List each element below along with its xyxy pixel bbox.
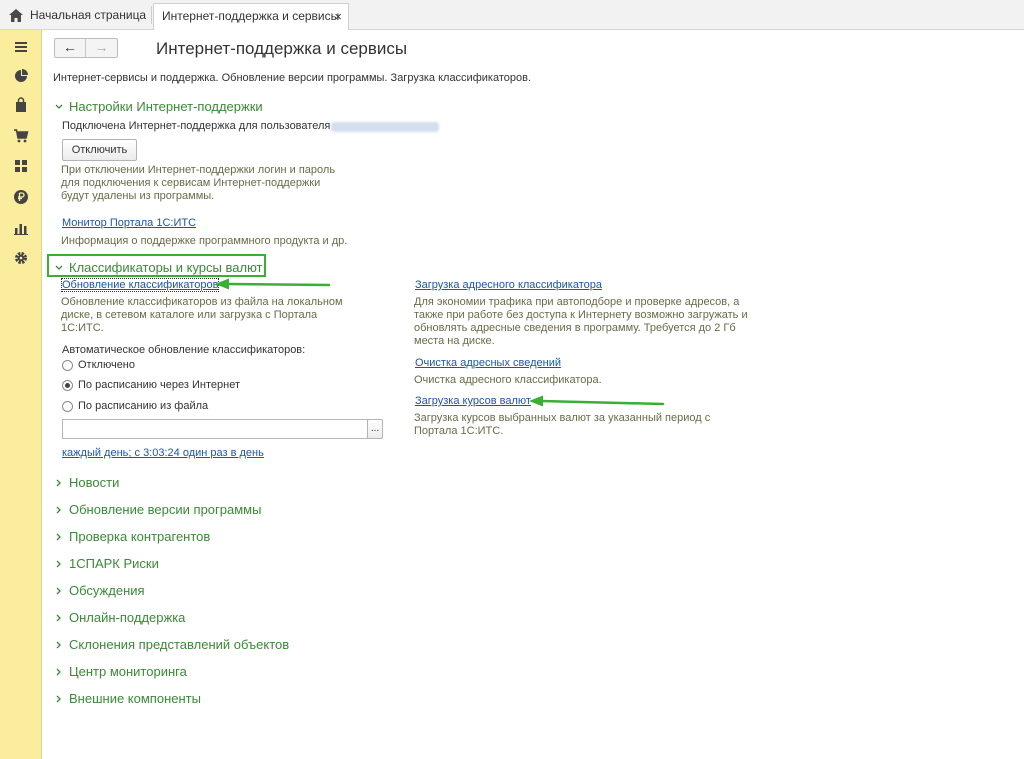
history-nav: ← →: [54, 38, 118, 58]
address-classifier-note: Для экономии трафика при автоподборе и п…: [414, 296, 748, 347]
gear-icon[interactable]: [13, 250, 29, 266]
chevron-right-icon: [56, 560, 61, 568]
cart-icon[interactable]: [13, 128, 29, 144]
close-icon[interactable]: ×: [334, 4, 342, 29]
section-label: Обновление версии программы: [69, 502, 262, 517]
section-label: Центр мониторинга: [69, 664, 187, 679]
section-classifiers-label: Классификаторы и курсы валют: [69, 260, 263, 275]
radio-schedule-file[interactable]: По расписанию из файла: [62, 400, 208, 412]
section-label: Внешние компоненты: [69, 691, 201, 706]
home-icon: [9, 9, 23, 22]
section-classifiers[interactable]: Классификаторы и курсы валют: [53, 260, 263, 275]
chevron-right-icon: [56, 479, 61, 487]
tab-internet-support-label: Интернет-поддержка и сервисы: [162, 9, 340, 23]
green-arrow-annotation: [215, 278, 331, 290]
section-news[interactable]: Новости: [53, 475, 119, 490]
forward-button[interactable]: →: [86, 39, 117, 57]
update-classifiers-note: Обновление классификаторов из файла на л…: [61, 296, 343, 334]
section-online-support[interactable]: Онлайн-поддержка: [53, 610, 185, 625]
tab-home-label: Начальная страница: [30, 8, 147, 22]
sidebar: [0, 30, 42, 759]
portal-monitor-note: Информация о поддержке программного прод…: [61, 235, 348, 247]
auto-update-label: Автоматическое обновление классификаторо…: [62, 344, 306, 356]
file-path-input[interactable]: [62, 419, 368, 439]
section-label: Склонения представлений объектов: [69, 637, 290, 652]
tab-internet-support[interactable]: Интернет-поддержка и сервисы ×: [153, 3, 349, 30]
chevron-right-icon: [56, 614, 61, 622]
chevron-right-icon: [56, 587, 61, 595]
section-label: Новости: [69, 475, 120, 490]
clear-address-note: Очистка адресного классификатора.: [414, 374, 602, 386]
chevron-down-icon: [55, 104, 63, 109]
radio-circle: [62, 360, 73, 371]
radio-schedule-file-label: По расписанию из файла: [78, 400, 209, 412]
chevron-right-icon: [56, 506, 61, 514]
radio-schedule-internet[interactable]: По расписанию через Интернет: [62, 379, 240, 391]
radio-disabled[interactable]: Отключено: [62, 359, 135, 371]
clear-address-link[interactable]: Очистка адресных сведений: [415, 357, 561, 369]
chevron-right-icon: [56, 695, 61, 703]
menu-icon[interactable]: [13, 39, 29, 55]
section-external-components[interactable]: Внешние компоненты: [53, 691, 201, 706]
section-label: Проверка контрагентов: [69, 529, 211, 544]
address-classifier-link[interactable]: Загрузка адресного классификатора: [415, 279, 602, 291]
chevron-down-icon: [55, 265, 63, 270]
radio-disabled-label: Отключено: [78, 359, 135, 371]
section-counterparty-check[interactable]: Проверка контрагентов: [53, 529, 210, 544]
tab-home[interactable]: Начальная страница: [0, 3, 152, 30]
section-version-update[interactable]: Обновление версии программы: [53, 502, 261, 517]
main-content: ← → Интернет-поддержка и сервисы Интерне…: [43, 30, 1024, 759]
load-rates-note: Загрузка курсов выбранных валют за указа…: [414, 412, 711, 437]
schedule-link[interactable]: каждый день; с 3:03:24 один раз в день: [62, 447, 264, 459]
chevron-right-icon: [56, 641, 61, 649]
bar-chart-icon[interactable]: [13, 220, 29, 236]
chevron-right-icon: [56, 533, 61, 541]
section-declensions[interactable]: Склонения представлений объектов: [53, 637, 289, 652]
shopping-bag-icon[interactable]: [13, 97, 29, 113]
section-monitoring-center[interactable]: Центр мониторинга: [53, 664, 187, 679]
section-spark-risks[interactable]: 1СПАРК Риски: [53, 556, 159, 571]
load-rates-link[interactable]: Загрузка курсов валют: [415, 395, 531, 407]
page-title: Интернет-поддержка и сервисы: [156, 39, 408, 58]
disconnect-button[interactable]: Отключить: [62, 139, 137, 161]
grid-icon[interactable]: [13, 158, 29, 174]
ruble-icon[interactable]: [13, 189, 29, 205]
browse-button[interactable]: ...: [367, 419, 383, 439]
section-discussions[interactable]: Обсуждения: [53, 583, 145, 598]
radio-circle: [62, 401, 73, 412]
section-support-settings-label: Настройки Интернет-поддержки: [69, 99, 263, 114]
connected-text: Подключена Интернет-поддержка для пользо…: [62, 120, 331, 132]
green-arrow-annotation: [529, 395, 665, 407]
portal-monitor-link[interactable]: Монитор Портала 1С:ИТС: [62, 217, 196, 229]
radio-schedule-internet-label: По расписанию через Интернет: [78, 379, 240, 391]
disconnect-note: При отключении Интернет-поддержки логин …: [61, 164, 336, 202]
chevron-right-icon: [56, 668, 61, 676]
pie-chart-icon[interactable]: [13, 68, 29, 84]
radio-circle-selected: [62, 380, 73, 391]
update-classifiers-link[interactable]: Обновление классификаторов: [60, 278, 220, 292]
tab-bar: Начальная страница Интернет-поддержка и …: [0, 0, 1024, 30]
section-label: Онлайн-поддержка: [69, 610, 186, 625]
username-redacted: [331, 122, 439, 132]
page-subtitle: Интернет-сервисы и поддержка. Обновление…: [53, 72, 531, 84]
section-label: Обсуждения: [69, 583, 145, 598]
section-label: 1СПАРК Риски: [69, 556, 159, 571]
tab-divider: [151, 6, 152, 24]
section-support-settings[interactable]: Настройки Интернет-поддержки: [53, 99, 263, 114]
back-button[interactable]: ←: [55, 39, 86, 57]
